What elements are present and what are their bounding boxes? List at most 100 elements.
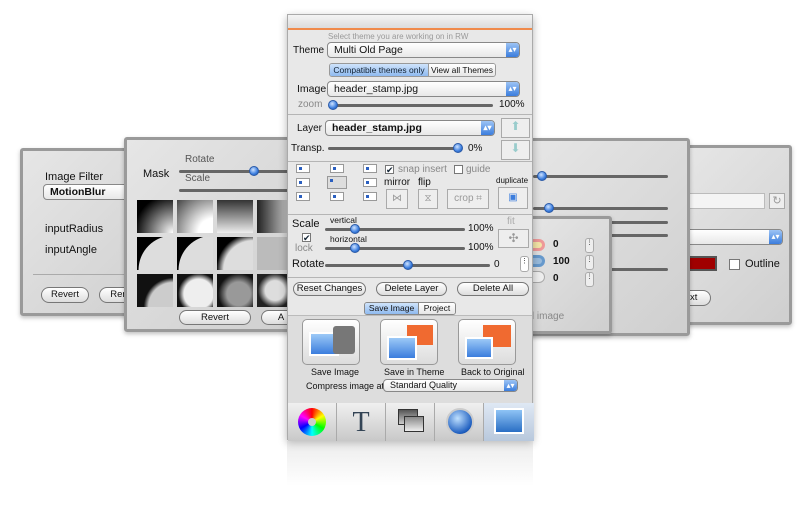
outline-checkbox[interactable]: [729, 259, 740, 270]
mirror-label: mirror: [384, 177, 411, 188]
revert-button[interactable]: Revert: [179, 310, 251, 325]
color-wheel-icon: [298, 408, 326, 436]
position-top-right[interactable]: [363, 164, 377, 173]
globe-tool-button[interactable]: [435, 403, 484, 441]
image-tool-button[interactable]: [484, 403, 534, 441]
save-image-button[interactable]: [302, 319, 360, 365]
position-bottom-center[interactable]: [330, 192, 344, 201]
value-3: 0: [553, 273, 559, 284]
refresh-icon[interactable]: ↻: [769, 193, 785, 209]
mirror-button[interactable]: ⋈: [386, 189, 408, 209]
outline-label: Outline: [745, 258, 780, 270]
zoom-knob[interactable]: [328, 100, 338, 110]
move-layer-up-button[interactable]: ⬆: [501, 118, 530, 138]
flip-button[interactable]: ⧖: [418, 189, 438, 209]
position-middle-right[interactable]: [363, 178, 377, 187]
text-tool-button[interactable]: T: [337, 403, 386, 441]
mask-thumb[interactable]: [177, 200, 213, 233]
duplicate-button[interactable]: ▣: [498, 187, 528, 209]
color-swatch[interactable]: [687, 256, 717, 271]
layer-label: Layer: [297, 123, 323, 134]
mask-thumb[interactable]: [217, 237, 253, 270]
position-top-center[interactable]: [330, 164, 344, 173]
stepper[interactable]: ⋮: [585, 255, 594, 270]
transparency-slider[interactable]: [328, 147, 460, 150]
rotate-knob[interactable]: [249, 166, 259, 176]
mask-thumb[interactable]: [217, 200, 253, 233]
compress-value: Standard Quality: [390, 380, 458, 390]
zoom-slider[interactable]: [331, 104, 493, 107]
scale-slider[interactable]: [179, 189, 299, 192]
vertical-scale-knob[interactable]: [350, 224, 360, 234]
delete-all-button[interactable]: Delete All: [457, 282, 529, 296]
image-popup[interactable]: header_stamp.jpg ▴▾: [327, 81, 520, 97]
mask-label: Mask: [143, 168, 170, 180]
move-layer-down-button[interactable]: ⬇: [501, 140, 530, 160]
save-in-theme-button[interactable]: [380, 319, 438, 365]
vertical-scale-slider[interactable]: [325, 228, 465, 231]
fit-button[interactable]: ✣: [498, 229, 529, 248]
text-icon: T: [352, 407, 370, 438]
position-bottom-left[interactable]: [296, 192, 310, 201]
reflection: [287, 441, 533, 486]
position-bottom-right[interactable]: [363, 192, 377, 201]
font-popup[interactable]: ▴▾: [683, 229, 783, 245]
flip-label: flip: [418, 177, 431, 188]
theme-value: Multi Old Page: [334, 44, 403, 56]
slider[interactable]: [603, 268, 668, 271]
guide-label: guide: [466, 164, 491, 175]
theme-popup[interactable]: Multi Old Page ▴▾: [327, 42, 520, 58]
position-center[interactable]: [327, 176, 347, 189]
transparency-knob[interactable]: [453, 143, 463, 153]
delete-layer-button[interactable]: Delete Layer: [376, 282, 447, 296]
scale-label: Scale: [292, 218, 320, 230]
fit-label: fit: [507, 216, 515, 227]
mask-thumb[interactable]: [177, 274, 213, 307]
rotate-knob[interactable]: [403, 260, 413, 270]
position-top-left[interactable]: [296, 164, 310, 173]
revert-button[interactable]: Revert: [41, 287, 89, 303]
color-tool-button[interactable]: [288, 403, 337, 441]
snap-insert-checkbox[interactable]: ✔: [385, 165, 394, 175]
slider-knob[interactable]: [544, 203, 554, 213]
horizontal-scale-knob[interactable]: [350, 243, 360, 253]
back-to-original-button[interactable]: [458, 319, 516, 365]
crop-button[interactable]: crop ⌗: [447, 189, 489, 209]
value-2: 100: [553, 256, 570, 267]
position-middle-left[interactable]: [296, 178, 310, 187]
mask-thumb[interactable]: [137, 237, 173, 270]
image-editor-panel: Select theme you are working on in RW Th…: [287, 14, 534, 441]
layer-popup[interactable]: header_stamp.jpg ▴▾: [325, 120, 495, 136]
horizontal-scale-slider[interactable]: [325, 247, 465, 250]
reset-changes-button[interactable]: Reset Changes: [293, 282, 366, 296]
lock-label: lock: [295, 243, 313, 254]
stepper[interactable]: ⋮: [585, 238, 594, 253]
title-bar: [288, 15, 532, 28]
slider[interactable]: [603, 221, 668, 224]
mask-thumb[interactable]: [137, 200, 173, 233]
view-all-themes-tab[interactable]: View all Themes: [429, 64, 495, 76]
lock-checkbox[interactable]: ✔: [302, 233, 311, 243]
slider[interactable]: [533, 175, 668, 178]
stepper[interactable]: ⋮: [585, 272, 594, 287]
compatible-themes-tab[interactable]: Compatible themes only: [330, 64, 429, 76]
save-image-tab[interactable]: Save Image: [365, 303, 419, 314]
slider[interactable]: [603, 234, 668, 237]
rotate-stepper[interactable]: ⋮: [520, 256, 529, 272]
text-input[interactable]: [687, 193, 765, 209]
popup-arrows-icon: ▴▾: [504, 380, 517, 391]
back-to-original-label: Back to Original: [461, 367, 525, 377]
slider-knob[interactable]: [537, 171, 547, 181]
guide-checkbox[interactable]: [454, 165, 463, 174]
mask-thumb[interactable]: [177, 237, 213, 270]
mask-thumb[interactable]: [217, 274, 253, 307]
mask-thumb[interactable]: [137, 274, 173, 307]
value-1: 0: [553, 239, 559, 250]
compress-popup[interactable]: Standard Quality ▴▾: [383, 379, 518, 392]
project-tab[interactable]: Project: [419, 303, 455, 314]
save-theme-icon: [387, 336, 417, 360]
accent-line: [288, 28, 532, 30]
layers-tool-button[interactable]: [386, 403, 435, 441]
position-grid: [296, 164, 377, 202]
color-panel: 0 100 0 ⋮ ⋮ ⋮ ed image: [520, 216, 612, 334]
